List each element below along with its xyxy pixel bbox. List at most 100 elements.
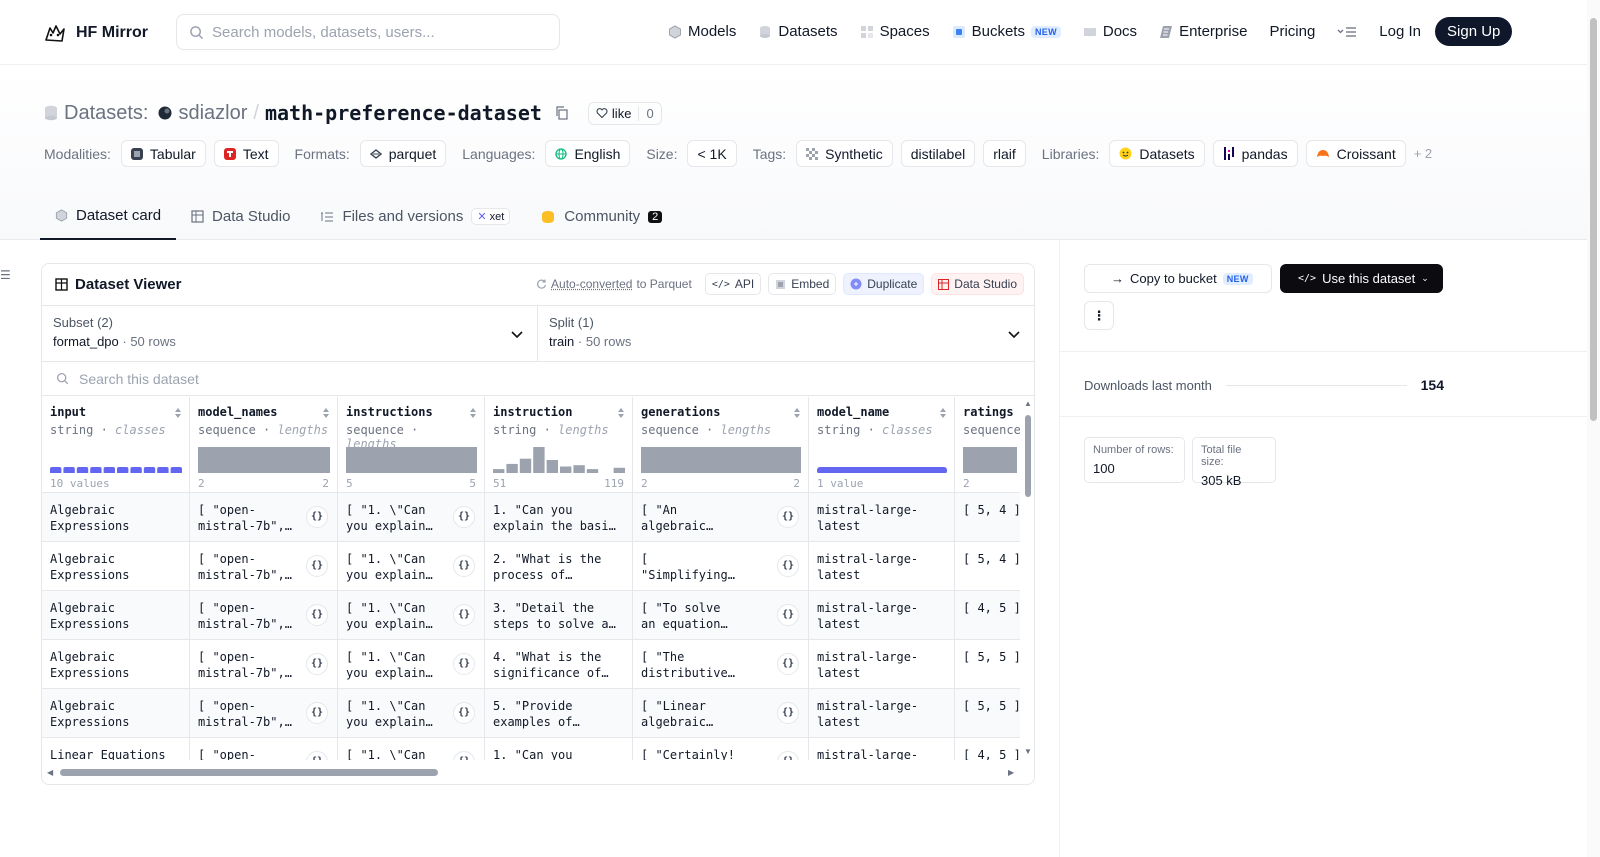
signup-button[interactable]: Sign Up (1435, 17, 1513, 46)
menu-models[interactable]: Models (668, 23, 736, 40)
expand-json-icon[interactable]: {} (777, 604, 799, 626)
duplicate-button[interactable]: Duplicate (843, 273, 925, 295)
expand-json-icon[interactable]: {} (453, 702, 475, 724)
column-histogram[interactable] (641, 447, 801, 473)
more-tags-link[interactable]: + 2 (1414, 146, 1432, 161)
expand-json-icon[interactable]: {} (306, 702, 328, 724)
table-cell[interactable]: 5. "Provide examples of linear" (485, 689, 633, 738)
expand-json-icon[interactable]: {} (306, 555, 328, 577)
horizontal-scroll-thumb[interactable] (60, 769, 438, 776)
expand-json-icon[interactable]: {} (453, 506, 475, 528)
table-cell[interactable]: [ "An algebraic expression is a" ] {} (633, 493, 809, 542)
brand-logo[interactable]: HF Mirror (42, 20, 148, 46)
tag-datasets-lib[interactable]: Datasets (1109, 140, 1205, 167)
tag-synthetic[interactable]: Synthetic (796, 140, 893, 167)
table-cell[interactable]: [ "Certainly! The" ] {} (633, 738, 809, 760)
table-cell[interactable]: [ 5, 4 ] (955, 542, 1020, 591)
menu-datasets[interactable]: Datasets (758, 23, 838, 40)
sort-icon[interactable] (617, 407, 625, 419)
table-cell[interactable]: [ "1. \"Can you explain the basic\"" ] {} (338, 493, 485, 542)
expand-json-icon[interactable]: {} (306, 604, 328, 626)
tab-dataset-card[interactable]: Dataset card (40, 193, 177, 240)
copy-to-bucket-button[interactable]: → Copy to bucket NEW (1084, 264, 1272, 293)
column-header-2[interactable]: instructions sequence · lengths 5 5 (338, 397, 485, 493)
table-vertical-scrollbar[interactable]: ▲ ▼ (1021, 397, 1034, 760)
table-cell[interactable]: [ "1. \"Can you explain the basic\"" ] {} (338, 738, 485, 760)
table-cell[interactable]: [ "open-mistral-7b", "mistral-large-late… (190, 738, 338, 760)
table-cell[interactable]: [ "1. \"Can you explain the basic\"" ] {} (338, 689, 485, 738)
dataset-search-input[interactable]: Search this dataset (42, 362, 1034, 396)
table-cell[interactable]: mistral-large-latest (809, 591, 955, 640)
table-cell[interactable]: [ 5, 5 ] (955, 640, 1020, 689)
table-cell[interactable]: [ "open-mistral-7b", "mistral-large-late… (190, 591, 338, 640)
column-histogram[interactable] (493, 447, 625, 473)
split-select[interactable]: Split (1) train · 50 rows (538, 306, 1034, 362)
owner-link[interactable]: sdiazlor (178, 102, 247, 125)
table-cell[interactable]: [ "open-mistral-7b", "mistral-large-late… (190, 689, 338, 738)
more-menu-button[interactable] (1337, 26, 1357, 38)
tag-parquet[interactable]: parquet (359, 140, 447, 167)
table-cell[interactable]: [ "1. \"Can you explain the basic\"" ] {} (338, 640, 485, 689)
scroll-up-arrow[interactable]: ▲ (1024, 399, 1032, 408)
scroll-left-arrow[interactable]: ◀ (47, 768, 53, 777)
column-histogram[interactable] (346, 447, 477, 473)
column-header-6[interactable]: ratings sequence 2 (955, 397, 1020, 493)
menu-spaces[interactable]: Spaces (860, 23, 930, 40)
tab-files-and-versions[interactable]: Files and versions ✕ xet (305, 193, 525, 240)
expand-json-icon[interactable]: {} (453, 604, 475, 626)
api-button[interactable]: </> API (704, 273, 762, 295)
table-cell[interactable]: [ 4, 5 ] (955, 738, 1020, 760)
column-header-5[interactable]: model_name string · classes 1 value (809, 397, 955, 493)
tag-tabular[interactable]: Tabular (120, 140, 206, 167)
use-this-dataset-button[interactable]: </> Use this dataset ⌄ (1280, 264, 1443, 293)
table-cell[interactable]: [ 4, 5 ] (955, 591, 1020, 640)
expand-json-icon[interactable]: {} (306, 506, 328, 528)
table-cell[interactable]: [ "Simplifying a complex algebraic" ] {} (633, 542, 809, 591)
tag-english[interactable]: English (545, 140, 631, 167)
table-cell[interactable]: Algebraic Expressions (42, 640, 190, 689)
column-header-0[interactable]: input string · classes 10 values (42, 397, 190, 493)
table-cell[interactable]: 4. "What is the significance of the" (485, 640, 633, 689)
table-cell[interactable]: Linear Equations (42, 738, 190, 760)
expand-json-icon[interactable]: {} (306, 653, 328, 675)
column-histogram[interactable] (50, 447, 182, 473)
sort-icon[interactable] (939, 407, 947, 419)
expand-json-icon[interactable]: {} (453, 653, 475, 675)
global-search-input[interactable]: Search models, datasets, users... (176, 14, 560, 50)
table-cell[interactable]: [ "The distributive property" ] {} (633, 640, 809, 689)
table-cell[interactable]: [ "1. \"Can you explain the basic\"" ] {} (338, 542, 485, 591)
table-cell[interactable]: mistral-large-latest (809, 640, 955, 689)
page-vertical-scrollbar[interactable] (1587, 0, 1600, 857)
table-cell[interactable]: Algebraic Expressions (42, 591, 190, 640)
tag-size[interactable]: < 1K (687, 140, 737, 167)
table-cell[interactable]: [ 5, 4 ] (955, 493, 1020, 542)
auto-converted-link[interactable]: Auto-converted (551, 277, 632, 291)
column-histogram[interactable] (817, 447, 947, 473)
scroll-down-arrow[interactable]: ▼ (1024, 747, 1032, 756)
table-cell[interactable]: [ "open-mistral-7b", "mistral-large-late… (190, 542, 338, 591)
table-cell[interactable]: mistral-large-latest (809, 738, 955, 760)
table-cell[interactable]: Algebraic Expressions (42, 689, 190, 738)
table-cell[interactable]: [ "open-mistral-7b", "mistral-large-late… (190, 640, 338, 689)
expand-json-icon[interactable]: {} (777, 653, 799, 675)
table-cell[interactable]: 1. "Can you explain the basic concepts" (485, 493, 633, 542)
table-cell[interactable]: [ "To solve an equation involving" ] {} (633, 591, 809, 640)
table-cell[interactable]: 3. "Detail the steps to solve an equatio… (485, 591, 633, 640)
table-cell[interactable]: 1. "Can you explain the basic" (485, 738, 633, 760)
tag-pandas[interactable]: pandas (1212, 140, 1298, 167)
column-histogram[interactable] (198, 447, 330, 473)
menu-enterprise[interactable]: Enterprise (1159, 23, 1247, 40)
sort-icon[interactable] (469, 407, 477, 419)
table-cell[interactable]: [ 5, 5 ] (955, 689, 1020, 738)
subset-select[interactable]: Subset (2) format_dpo · 50 rows (42, 306, 538, 362)
sort-icon[interactable] (322, 407, 330, 419)
login-link[interactable]: Log In (1379, 23, 1421, 40)
table-cell[interactable]: [ "open-mistral-7b", "mistral-large-late… (190, 493, 338, 542)
tag-text[interactable]: Text (213, 140, 279, 167)
copy-icon[interactable] (554, 105, 570, 121)
menu-pricing[interactable]: Pricing (1269, 23, 1315, 40)
more-options-button[interactable]: ⋮ (1084, 301, 1114, 330)
repo-name-link[interactable]: math-preference-dataset (265, 101, 542, 125)
expand-json-icon[interactable]: {} (777, 702, 799, 724)
table-cell[interactable]: [ "Linear algebraic expressions" ] {} (633, 689, 809, 738)
